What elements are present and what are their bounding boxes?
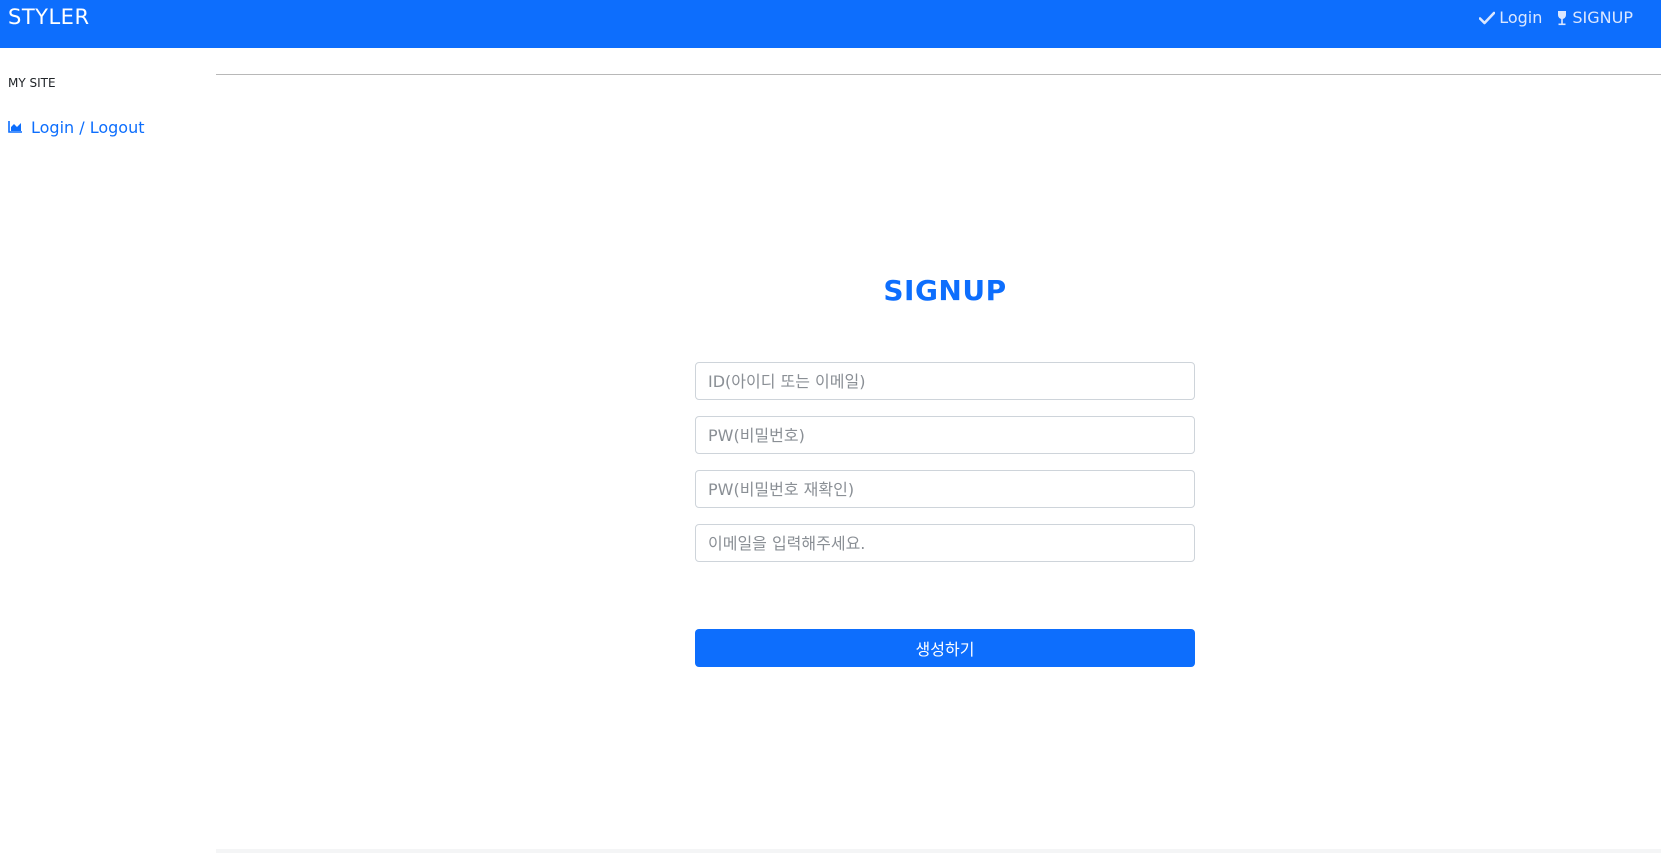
sidebar-heading: MY SITE [8, 76, 56, 90]
id-input[interactable] [695, 362, 1195, 400]
password-input[interactable] [695, 416, 1195, 454]
nav-signup-link[interactable]: SIGNUP [1556, 8, 1633, 27]
nav-login-label: Login [1499, 8, 1543, 27]
page-title: SIGNUP [883, 274, 1007, 307]
footer-divider [216, 849, 1661, 853]
password-confirm-input[interactable] [695, 470, 1195, 508]
nav-signup-label: SIGNUP [1572, 8, 1633, 27]
brand-logo[interactable]: STYLER [8, 5, 90, 29]
sidebar: MY SITE Login / Logout [0, 48, 216, 853]
content-divider [216, 74, 1661, 75]
area-chart-icon [8, 118, 23, 137]
email-input[interactable] [695, 524, 1195, 562]
check-icon [1479, 11, 1496, 25]
top-navbar: STYLER Login SIGNUP [0, 0, 1661, 48]
sidebar-item-label: Login / Logout [31, 118, 145, 137]
create-account-button[interactable]: 생성하기 [695, 629, 1195, 667]
wine-glass-icon [1556, 10, 1568, 26]
nav-login-link[interactable]: Login [1479, 8, 1542, 27]
sidebar-item-login-logout[interactable]: Login / Logout [8, 118, 145, 137]
navbar-links: Login SIGNUP [1479, 8, 1633, 27]
